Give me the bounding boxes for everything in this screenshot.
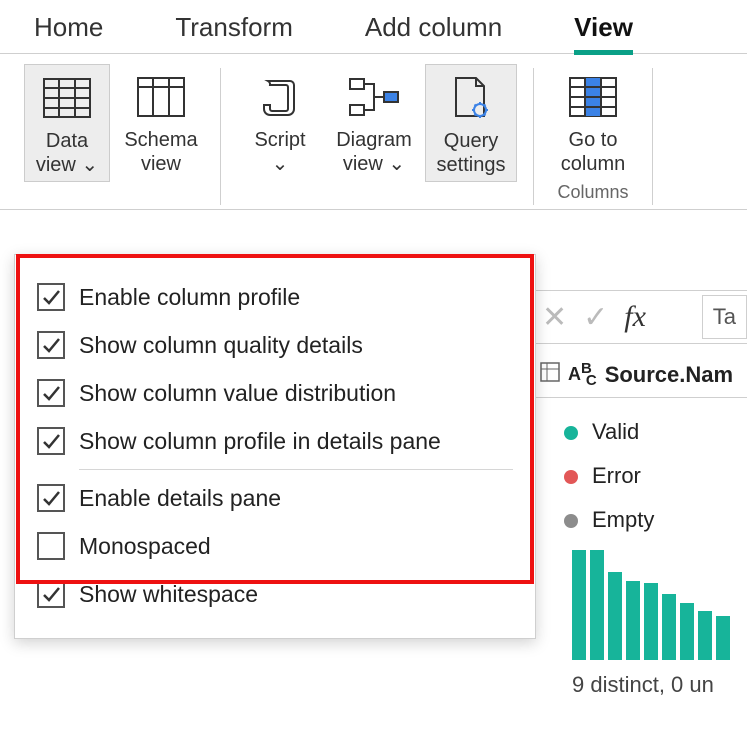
- document-gear-icon: [444, 71, 498, 125]
- query-settings-button[interactable]: Query settings: [425, 64, 517, 182]
- diagram-view-button[interactable]: Diagram view ⌄: [331, 64, 417, 182]
- checkbox-icon[interactable]: [37, 283, 65, 311]
- dropdown-item-label: Monospaced: [79, 533, 211, 560]
- query-settings-label: Query settings: [428, 129, 514, 177]
- data-view-dropdown: Enable column profile Show column quality…: [14, 254, 536, 639]
- dropdown-item-label: Show column quality details: [79, 332, 363, 359]
- cancel-formula-icon[interactable]: ✕: [542, 300, 567, 335]
- ribbon-tabs: Home Transform Add column View: [0, 0, 747, 53]
- diagram-icon: [347, 70, 401, 124]
- table-columns-icon: [134, 70, 188, 124]
- table-icon: [540, 362, 560, 388]
- dropdown-item-label: Enable column profile: [79, 284, 300, 311]
- empty-dot-icon: [564, 514, 578, 528]
- table-grid-icon: [40, 71, 94, 125]
- script-button[interactable]: Script⌄: [237, 64, 323, 182]
- script-scroll-icon: [253, 70, 307, 124]
- valid-dot-icon: [564, 426, 578, 440]
- tab-view[interactable]: View: [574, 12, 633, 53]
- checkbox-icon[interactable]: [37, 331, 65, 359]
- dropdown-item-label: Show column value distribution: [79, 380, 396, 407]
- formula-bar: ✕ ✓ fx Ta: [534, 290, 747, 344]
- column-header: ABC Source.Nam: [534, 352, 747, 398]
- dropdown-item-1[interactable]: Show column quality details: [37, 321, 513, 369]
- fx-icon[interactable]: fx: [624, 300, 646, 334]
- checkbox-icon[interactable]: [37, 532, 65, 560]
- checkbox-icon[interactable]: [37, 484, 65, 512]
- commit-formula-icon[interactable]: ✓: [583, 300, 608, 335]
- error-dot-icon: [564, 470, 578, 484]
- column-name[interactable]: Source.Nam: [605, 362, 733, 388]
- dropdown-item-5[interactable]: Monospaced: [37, 522, 513, 570]
- checkbox-icon[interactable]: [37, 580, 65, 608]
- data-view-button[interactable]: Data view ⌄: [24, 64, 110, 182]
- formula-partial-text: Ta: [702, 295, 747, 339]
- columns-group-caption: Columns: [557, 182, 628, 203]
- quality-error-label: Error: [592, 463, 641, 488]
- dropdown-item-label: Enable details pane: [79, 485, 281, 512]
- dropdown-item-label: Show whitespace: [79, 581, 258, 608]
- dropdown-item-0[interactable]: Enable column profile: [37, 273, 513, 321]
- ribbon-view: Data view ⌄ Schema view Script⌄: [0, 54, 747, 210]
- quality-empty-label: Empty: [592, 507, 654, 532]
- dropdown-item-3[interactable]: Show column profile in details pane: [37, 417, 513, 465]
- checkbox-icon[interactable]: [37, 427, 65, 455]
- tab-add-column[interactable]: Add column: [365, 12, 502, 53]
- script-label: Script: [254, 129, 305, 151]
- chevron-down-icon: ⌄: [272, 153, 289, 175]
- dropdown-item-4[interactable]: Enable details pane: [37, 474, 513, 522]
- distribution-summary: 9 distinct, 0 un: [572, 672, 714, 698]
- tab-transform[interactable]: Transform: [175, 12, 293, 53]
- schema-view-button[interactable]: Schema view: [118, 64, 204, 182]
- schema-view-label: Schema view: [120, 128, 202, 176]
- go-to-column-label: Go to column: [552, 128, 634, 176]
- quality-valid-label: Valid: [592, 419, 639, 444]
- text-type-icon: ABC: [568, 360, 597, 389]
- tab-home[interactable]: Home: [34, 12, 103, 53]
- value-distribution-chart: [572, 540, 742, 660]
- dropdown-item-6[interactable]: Show whitespace: [37, 570, 513, 618]
- column-quality-summary: Valid Error Empty: [564, 410, 654, 542]
- dropdown-item-label: Show column profile in details pane: [79, 428, 441, 455]
- dropdown-item-2[interactable]: Show column value distribution: [37, 369, 513, 417]
- chevron-down-icon: ⌄: [388, 153, 405, 175]
- go-to-column-button[interactable]: Go to column: [550, 64, 636, 180]
- checkbox-icon[interactable]: [37, 379, 65, 407]
- chevron-down-icon: ⌄: [81, 154, 98, 176]
- table-highlight-column-icon: [566, 70, 620, 124]
